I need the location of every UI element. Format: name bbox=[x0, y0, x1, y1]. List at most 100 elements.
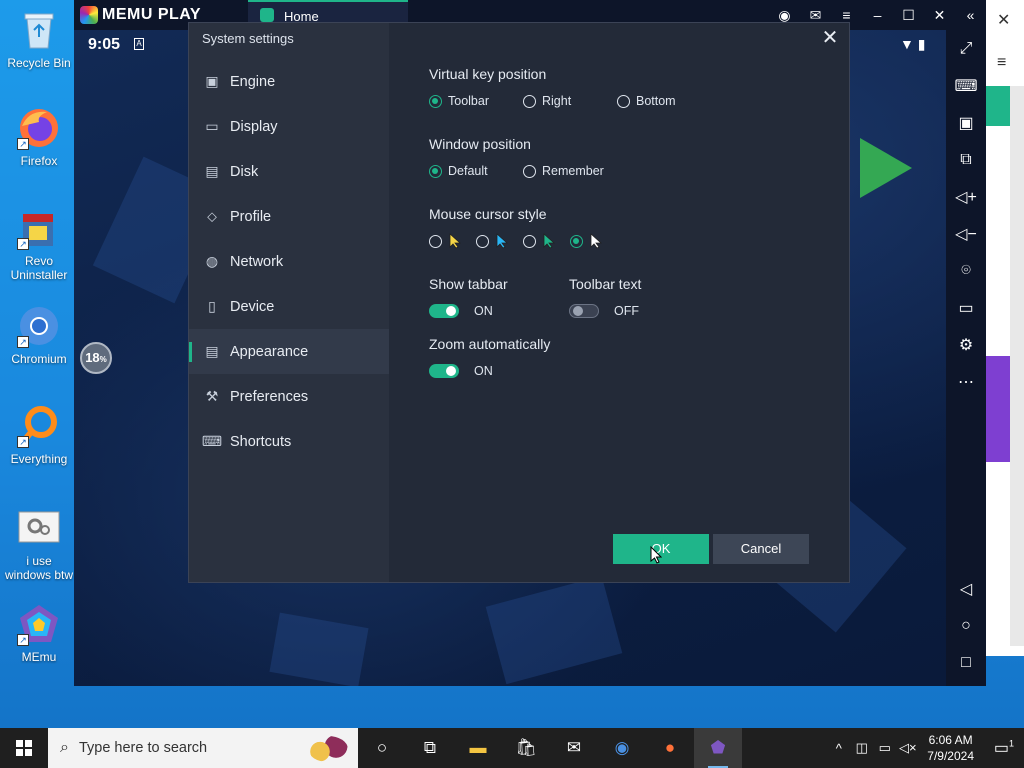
mail-icon[interactable]: ✉ bbox=[800, 7, 831, 24]
desktop-icon-everything[interactable]: ↗ Everything bbox=[2, 404, 76, 466]
collapse-toolbar-icon[interactable]: « bbox=[955, 7, 986, 23]
volume-down-icon[interactable]: ◁− bbox=[946, 215, 986, 252]
revo-uninstaller-icon: ↗ bbox=[17, 206, 61, 250]
zoom-automatically-label: Zoom automatically bbox=[429, 336, 551, 352]
display-icon: ▭ bbox=[205, 118, 219, 134]
desktop-icon-firefox[interactable]: ↗ Firefox bbox=[2, 106, 76, 168]
menu-icon[interactable]: ≡ bbox=[831, 7, 862, 23]
home-tab-icon bbox=[260, 8, 274, 22]
task-view-icon[interactable]: ⧉ bbox=[406, 728, 454, 768]
maximize-icon[interactable]: ☐ bbox=[893, 7, 924, 24]
radio-window-default[interactable]: Default bbox=[429, 164, 488, 178]
gear-icon[interactable]: ⚙ bbox=[946, 326, 986, 363]
recycle-bin-icon bbox=[17, 8, 61, 52]
multi-instance-icon[interactable]: ⧉ bbox=[946, 141, 986, 178]
search-button-icon[interactable] bbox=[986, 86, 1010, 126]
fullscreen-icon[interactable]: ⤢ bbox=[946, 30, 986, 67]
desktop-icon-recycle-bin[interactable]: Recycle Bin bbox=[2, 8, 76, 70]
minimize-icon[interactable]: – bbox=[862, 7, 893, 23]
desktop-icon-label: Everything bbox=[10, 452, 68, 466]
home-circle-icon[interactable]: ○ bbox=[946, 607, 986, 644]
sidebar-item-network[interactable]: ◍ Network bbox=[189, 239, 389, 284]
sidebar-item-device[interactable]: ▯ Device bbox=[189, 284, 389, 329]
scrollbar[interactable] bbox=[1010, 86, 1024, 646]
radio-virtual-key-right[interactable]: Right bbox=[523, 94, 571, 108]
radio-indicator bbox=[429, 94, 442, 108]
zoom-automatically-state: ON bbox=[474, 364, 493, 378]
system-tray: ^ ◫ ▭ ◁× 6:06 AM 7/9/2024 ▭1 bbox=[827, 728, 1024, 768]
system-settings-dialog: System settings ▣ Engine ▭ Display ▤ Dis… bbox=[188, 22, 850, 583]
mouse-cursor-style-label: Mouse cursor style bbox=[429, 206, 547, 222]
radio-virtual-key-toolbar[interactable]: Toolbar bbox=[429, 94, 489, 108]
sidebar-item-disk[interactable]: ▤ Disk bbox=[189, 149, 389, 194]
android-status-time: 9:05 bbox=[88, 36, 121, 53]
radio-cursor-white[interactable] bbox=[570, 233, 602, 249]
hamburger-menu-icon[interactable]: ≡ bbox=[997, 54, 1006, 72]
taskbar: ⌕ Type here to search ○ ⧉ ▬ 🛍 ✉ ◉ ● ⬟ ^ … bbox=[0, 728, 1024, 768]
radio-label: Toolbar bbox=[448, 94, 489, 108]
sidebar-item-engine[interactable]: ▣ Engine bbox=[189, 59, 389, 104]
firefox-taskbar-icon[interactable]: ● bbox=[646, 728, 694, 768]
microsoft-store-icon[interactable]: 🛍 bbox=[502, 728, 550, 768]
firefox-icon: ↗ bbox=[17, 106, 61, 150]
volume-muted-icon[interactable]: ◁× bbox=[896, 740, 919, 756]
toggle-knob bbox=[573, 306, 583, 316]
radio-window-remember[interactable]: Remember bbox=[523, 164, 604, 178]
progress-value: 18 bbox=[85, 350, 100, 365]
memu-right-toolbar: ⤢ ⌨ ▣ ⧉ ◁+ ◁− ⌾ ▭ ⚙ ⋯ ◁ ○ □ bbox=[946, 30, 986, 686]
folder-icon[interactable]: ▭ bbox=[946, 289, 986, 326]
sidebar-item-shortcuts[interactable]: ⌨ Shortcuts bbox=[189, 419, 389, 464]
recents-icon[interactable]: □ bbox=[946, 644, 986, 681]
back-icon[interactable]: ◁ bbox=[946, 570, 986, 607]
play-store-icon[interactable] bbox=[860, 138, 912, 198]
taskbar-search-box[interactable]: ⌕ Type here to search bbox=[48, 728, 358, 768]
toggle-knob bbox=[446, 366, 456, 376]
radio-cursor-teal[interactable] bbox=[523, 233, 555, 249]
sidebar-item-preferences[interactable]: ⚒ Preferences bbox=[189, 374, 389, 419]
chromium-taskbar-icon[interactable]: ◉ bbox=[598, 728, 646, 768]
sidebar-item-label: Profile bbox=[230, 208, 272, 225]
start-button[interactable] bbox=[0, 728, 48, 768]
desktop-icon-chromium[interactable]: ↗ Chromium bbox=[2, 304, 76, 366]
webcam-icon[interactable]: ◫ bbox=[850, 740, 873, 756]
sidebar-item-appearance[interactable]: ▤ Appearance bbox=[189, 329, 389, 374]
preferences-icon: ⚒ bbox=[205, 388, 219, 404]
radio-cursor-yellow[interactable] bbox=[429, 233, 461, 249]
account-icon[interactable]: ◉ bbox=[769, 7, 800, 24]
apk-icon[interactable]: ▣ bbox=[946, 104, 986, 141]
engine-icon: ▣ bbox=[205, 73, 219, 89]
toolbar-text-state: OFF bbox=[614, 304, 639, 318]
file-explorer-icon[interactable]: ▬ bbox=[454, 728, 502, 768]
purple-banner bbox=[986, 356, 1010, 462]
toolbar-text-toggle[interactable] bbox=[569, 304, 599, 318]
show-tabbar-toggle[interactable] bbox=[429, 304, 459, 318]
zoom-automatically-toggle[interactable] bbox=[429, 364, 459, 378]
chevron-up-icon[interactable]: ^ bbox=[827, 741, 850, 756]
more-icon[interactable]: ⋯ bbox=[946, 363, 986, 400]
desktop-icon-i-use-windows-btw[interactable]: i use windows btw bbox=[2, 506, 76, 582]
radio-cursor-cyan[interactable] bbox=[476, 233, 508, 249]
sidebar-item-profile[interactable]: ⬦ Profile bbox=[189, 194, 389, 239]
desktop-icon-memu[interactable]: ↗ MEmu bbox=[2, 602, 76, 664]
location-icon[interactable]: ⌾ bbox=[946, 252, 986, 289]
toggle-knob bbox=[446, 306, 456, 316]
memu-taskbar-icon[interactable]: ⬟ bbox=[694, 728, 742, 768]
notification-center-icon[interactable]: ▭1 bbox=[984, 738, 1024, 758]
cortana-icon[interactable]: ○ bbox=[358, 728, 406, 768]
memu-logo: MEMU PLAY bbox=[80, 5, 201, 25]
dialog-title: System settings bbox=[202, 31, 294, 46]
cancel-button[interactable]: Cancel bbox=[713, 534, 809, 564]
keyboard-mapping-icon[interactable]: ⌨ bbox=[946, 67, 986, 104]
settings-file-icon bbox=[17, 506, 61, 550]
volume-up-icon[interactable]: ◁+ bbox=[946, 178, 986, 215]
sidebar-item-display[interactable]: ▭ Display bbox=[189, 104, 389, 149]
appearance-icon: ▤ bbox=[205, 343, 219, 359]
radio-label: Right bbox=[542, 94, 572, 108]
mail-icon[interactable]: ✉ bbox=[550, 728, 598, 768]
network-icon[interactable]: ▭ bbox=[873, 740, 896, 756]
close-icon[interactable]: ✕ bbox=[997, 10, 1010, 30]
radio-virtual-key-bottom[interactable]: Bottom bbox=[617, 94, 676, 108]
desktop-icon-revo-uninstaller[interactable]: ↗ Revo Uninstaller bbox=[2, 206, 76, 282]
taskbar-clock[interactable]: 6:06 AM 7/9/2024 bbox=[919, 732, 984, 764]
close-icon[interactable]: ✕ bbox=[924, 7, 955, 24]
